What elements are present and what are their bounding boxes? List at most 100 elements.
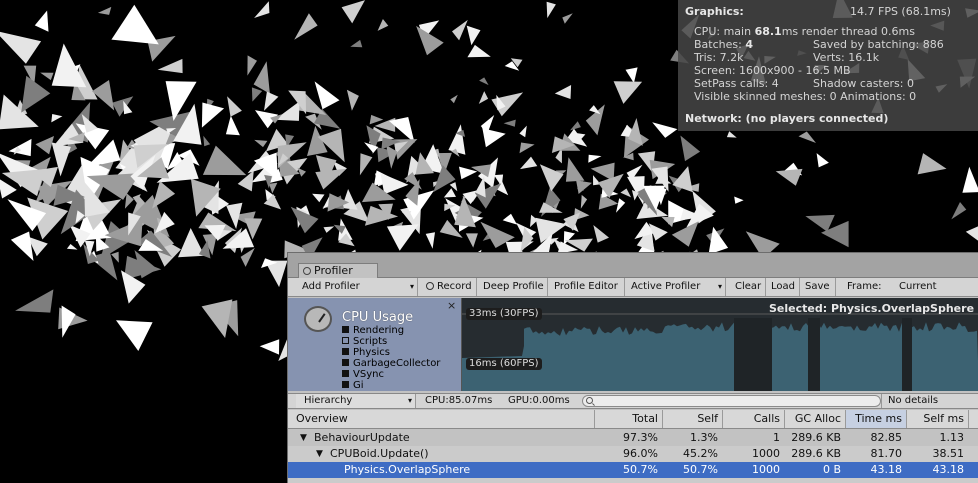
boid-triangle <box>482 128 506 148</box>
legend-swatch <box>342 381 349 388</box>
boid-triangle <box>661 216 675 228</box>
category-gi[interactable]: Gi <box>342 380 364 391</box>
boid-triangle <box>569 121 581 131</box>
cpu-usage-panel[interactable]: CPU Usage × Rendering Scripts Physics Ga… <box>288 298 462 391</box>
load-button[interactable]: Load <box>767 278 800 296</box>
row-self-ms: 43.18 <box>932 463 965 476</box>
boid-triangle <box>0 31 42 64</box>
boid-triangle <box>341 0 365 24</box>
search-input[interactable] <box>582 395 881 407</box>
row-calls: 1 <box>773 431 780 444</box>
boid-triangle <box>240 247 255 267</box>
column-calls[interactable]: Calls <box>722 410 784 428</box>
column-overview[interactable]: Overview <box>288 410 594 428</box>
table-row[interactable]: Physics.OverlapSphere 50.7% 50.7% 1000 0… <box>288 462 978 478</box>
boid-triangle <box>323 226 335 233</box>
boid-triangle <box>111 4 159 45</box>
record-button[interactable]: Record <box>422 278 477 296</box>
column-gc-alloc[interactable]: GC Alloc <box>784 410 845 428</box>
active-profiler-dropdown[interactable]: Active Profiler <box>627 278 726 296</box>
legend-swatch <box>342 348 349 355</box>
column-total[interactable]: Total <box>594 410 662 428</box>
row-time-ms: 81.70 <box>870 447 903 460</box>
boid-triangle <box>341 189 358 210</box>
row-gc-alloc: 289.6 KB <box>791 447 841 460</box>
add-profiler-dropdown[interactable]: Add Profiler <box>298 278 418 296</box>
boid-triangle <box>962 166 978 193</box>
boid-triangle <box>112 96 134 117</box>
column-self-ms[interactable]: Self ms <box>906 410 968 428</box>
batches-readout: Batches: 4 <box>694 38 753 51</box>
search-icon <box>586 397 593 404</box>
row-total: 96.0% <box>623 447 658 460</box>
row-self-ms: 1.13 <box>939 431 965 444</box>
boid-triangle <box>563 212 581 231</box>
boid-triangle <box>816 153 829 168</box>
stats-overlay: Graphics: 14.7 FPS (68.1ms) CPU: main 68… <box>678 0 978 131</box>
cpu-timeline-graph[interactable]: 33ms (30FPS) 16ms (60FPS) Selected: Phys… <box>462 298 978 391</box>
tab-profiler[interactable]: Profiler <box>298 263 378 278</box>
boid-triangle <box>519 125 527 138</box>
boid-triangle <box>264 91 279 111</box>
row-calls: 1000 <box>752 463 780 476</box>
boid-triangle <box>503 119 516 127</box>
row-self: 1.3% <box>690 431 718 444</box>
row-total: 97.3% <box>623 431 658 444</box>
table-row[interactable]: ▼ CPUBoid.Update() 96.0% 45.2% 1000 289.… <box>288 446 978 462</box>
boid-triangle <box>8 138 32 157</box>
screen-readout: Screen: 1600x900 - 16.5 MB <box>694 64 851 77</box>
boid-triangle <box>225 115 240 136</box>
frame-gap-band <box>808 318 820 391</box>
boid-triangle <box>625 67 638 84</box>
boid-triangle <box>85 139 121 168</box>
table-header: Overview Total Self Calls GC Alloc Time … <box>288 410 978 429</box>
profile-editor-button[interactable]: Profile Editor <box>550 278 625 296</box>
category-scripts[interactable]: Scripts <box>342 336 387 347</box>
visible-skinned-readout: Visible skinned meshes: 0 Animations: 0 <box>694 90 917 103</box>
table-row[interactable]: ▼ BehaviourUpdate 97.3% 1.3% 1 289.6 KB … <box>288 430 978 446</box>
boid-triangle <box>562 13 573 24</box>
verts-readout: Verts: 16.1k <box>813 51 880 64</box>
column-self[interactable]: Self <box>662 410 722 428</box>
boid-triangle <box>616 198 626 213</box>
boid-triangle <box>465 233 478 248</box>
category-rendering[interactable]: Rendering <box>342 325 404 336</box>
boid-triangle <box>51 114 63 123</box>
boid-triangle <box>51 43 87 88</box>
boid-triangle <box>227 96 242 117</box>
boid-triangle <box>350 39 363 48</box>
row-self: 50.7% <box>683 463 718 476</box>
deep-profile-button[interactable]: Deep Profile <box>479 278 548 296</box>
details-dropdown[interactable]: No details <box>881 394 978 408</box>
column-time-ms[interactable]: Time ms <box>845 410 906 428</box>
boid-triangle <box>479 77 489 86</box>
hierarchy-view-dropdown[interactable]: Hierarchy <box>296 394 416 408</box>
boid-triangle <box>466 25 481 46</box>
table-row-partial <box>288 478 978 483</box>
frame-gap-band <box>734 318 772 391</box>
boid-triangle <box>203 135 211 147</box>
category-vsync[interactable]: VSync <box>342 369 384 380</box>
row-name: BehaviourUpdate <box>314 431 410 444</box>
shadow-casters-readout: Shadow casters: 0 <box>813 77 914 90</box>
clear-button[interactable]: Clear <box>731 278 766 296</box>
frame-current-button[interactable]: Current <box>895 278 978 296</box>
legend-swatch <box>342 326 349 333</box>
boid-triangle <box>312 193 325 203</box>
boid-triangle <box>593 225 609 243</box>
category-garbagecollector[interactable]: GarbageCollector <box>342 358 440 369</box>
boid-triangle <box>202 145 247 176</box>
boid-triangle <box>576 180 592 194</box>
boid-triangle <box>201 299 233 338</box>
expand-arrow-icon[interactable]: ▼ <box>300 430 307 446</box>
category-physics[interactable]: Physics <box>342 347 390 358</box>
save-button[interactable]: Save <box>801 278 836 296</box>
boid-triangle <box>680 135 701 162</box>
boid-triangle <box>269 182 278 194</box>
boid-triangle <box>152 181 176 209</box>
boid-triangle <box>201 102 225 128</box>
boid-triangle <box>448 124 466 155</box>
tab-profiler-label: Profiler <box>314 264 353 277</box>
expand-arrow-icon[interactable]: ▼ <box>316 446 323 462</box>
close-icon[interactable]: × <box>447 299 456 312</box>
